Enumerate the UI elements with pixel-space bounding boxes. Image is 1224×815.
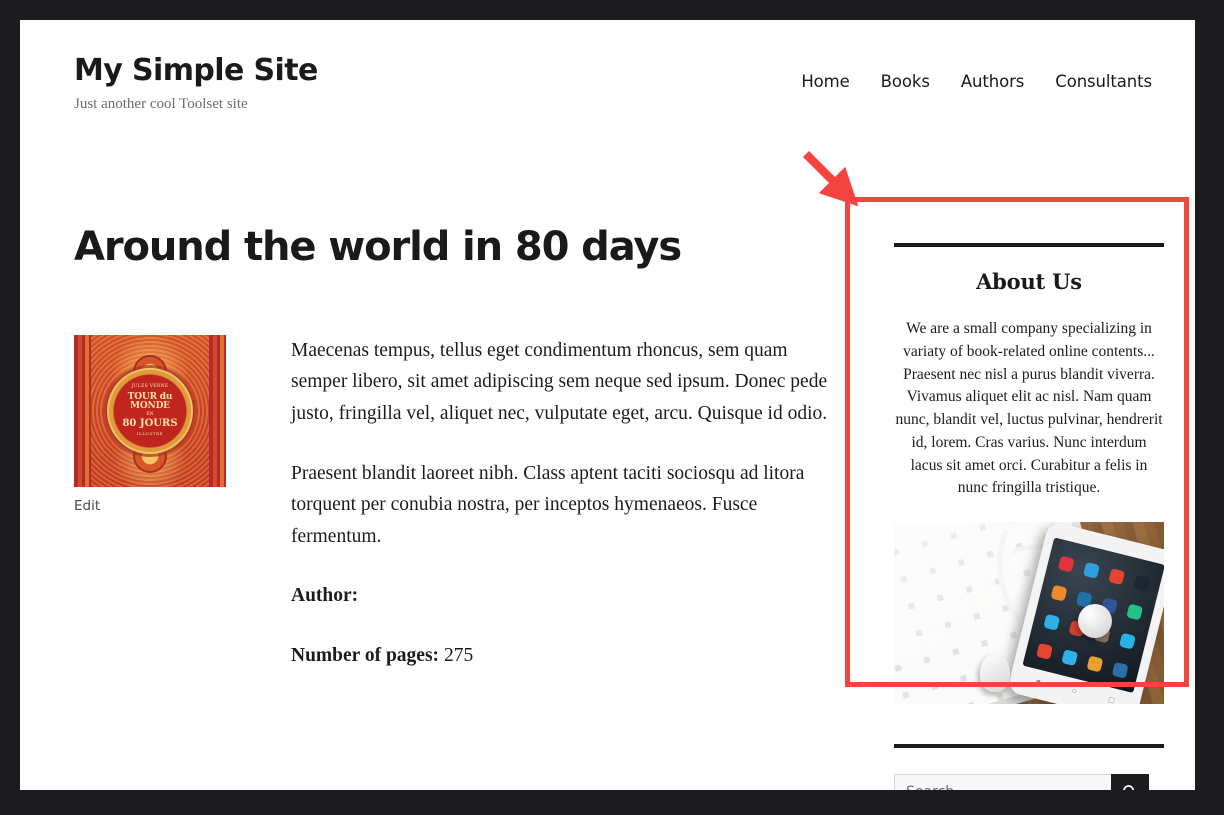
search-input[interactable] xyxy=(894,774,1111,790)
app-icon-vimeo xyxy=(1061,649,1079,667)
widget-divider xyxy=(894,243,1164,247)
phone-back-icon: ◂ xyxy=(1034,675,1042,687)
app-icon-maps xyxy=(1086,655,1104,673)
app-icon-pinterest xyxy=(1057,556,1075,574)
app-icon-slideshare xyxy=(1112,661,1130,679)
browser-frame: My Simple Site Just another cool Toolset… xyxy=(0,0,1224,815)
field-author: Author: xyxy=(291,580,839,612)
field-author-label: Author: xyxy=(291,585,359,607)
about-us-image: ◂ ○ □ xyxy=(894,522,1164,705)
nav-item-consultants[interactable]: Consultants xyxy=(1055,72,1152,91)
site-title[interactable]: My Simple Site xyxy=(74,53,318,89)
app-icon-blogger xyxy=(1050,584,1068,602)
cover-author-text: JULES VERNE xyxy=(131,384,169,390)
book-layout: JULES VERNE TOUR du MONDE EN 80 JOURS IL… xyxy=(74,334,852,700)
app-icon-flickr xyxy=(1133,575,1151,593)
app-icon-skype xyxy=(1119,632,1137,650)
paragraph-2: Praesent blandit laoreet nibh. Class apt… xyxy=(291,462,805,547)
nav-item-authors[interactable]: Authors xyxy=(961,72,1025,91)
page-title: Around the world in 80 days xyxy=(74,224,682,270)
book-cover-image[interactable]: JULES VERNE TOUR du MONDE EN 80 JOURS IL… xyxy=(74,334,226,487)
app-icon-twitter xyxy=(1042,613,1060,631)
field-pages-label: Number of pages: xyxy=(291,644,440,666)
book-cover-ornament: JULES VERNE TOUR du MONDE EN 80 JOURS IL… xyxy=(91,334,209,487)
primary-content: Around the world in 80 days JULES VERNE … xyxy=(74,225,852,699)
book-figure: JULES VERNE TOUR du MONDE EN 80 JOURS IL… xyxy=(74,334,226,700)
search-widget xyxy=(894,744,1164,790)
phone-home-icon: ○ xyxy=(1070,685,1079,697)
cover-days-text: 80 JOURS xyxy=(122,418,178,430)
app-icon-youtube xyxy=(1108,568,1126,586)
app-icon-grid xyxy=(1035,642,1053,660)
app-icon-flipboard xyxy=(1082,562,1100,580)
edit-link[interactable]: Edit xyxy=(74,498,100,514)
cover-medallion: JULES VERNE TOUR du MONDE EN 80 JOURS IL… xyxy=(107,367,193,454)
search-form[interactable] xyxy=(894,774,1149,790)
field-pages: Number of pages: 275 xyxy=(291,640,839,672)
field-pages-value: 275 xyxy=(443,644,474,666)
site-tagline: Just another cool Toolset site xyxy=(74,95,248,112)
site-branding: My Simple Site Just another cool Toolset… xyxy=(74,52,318,114)
search-widget-divider xyxy=(894,744,1164,749)
book-description: Maecenas tempus, tellus eget condimentum… xyxy=(291,335,839,700)
content-wrapper: Around the world in 80 days JULES VERNE … xyxy=(74,225,1164,790)
paragraph-1: Maecenas tempus, tellus eget condimentum… xyxy=(291,339,828,424)
cover-title-text: TOUR du MONDE xyxy=(127,391,173,411)
photo-earbud-upper xyxy=(1078,604,1112,639)
cover-foot-text: ILLUSTRE xyxy=(136,431,164,437)
page-canvas: My Simple Site Just another cool Toolset… xyxy=(20,20,1195,790)
search-submit-button[interactable] xyxy=(1111,774,1149,790)
site-header: My Simple Site Just another cool Toolset… xyxy=(74,52,1154,114)
about-us-title: About Us xyxy=(976,269,1082,294)
about-us-body: We are a small company specializing in v… xyxy=(895,320,1163,497)
nav-item-books[interactable]: Books xyxy=(881,72,930,91)
about-us-widget: About Us We are a small company speciali… xyxy=(894,243,1164,705)
app-icon-vine xyxy=(1126,604,1144,621)
photo-earbud-lower xyxy=(980,654,1010,693)
cover-sub-text: EN xyxy=(146,411,154,417)
phone-recent-icon: □ xyxy=(1107,694,1116,705)
search-icon xyxy=(1123,784,1135,790)
primary-navigation[interactable]: Home Books Authors Consultants xyxy=(801,52,1154,91)
sidebar: About Us We are a small company speciali… xyxy=(894,225,1164,790)
nav-item-home[interactable]: Home xyxy=(801,72,849,91)
